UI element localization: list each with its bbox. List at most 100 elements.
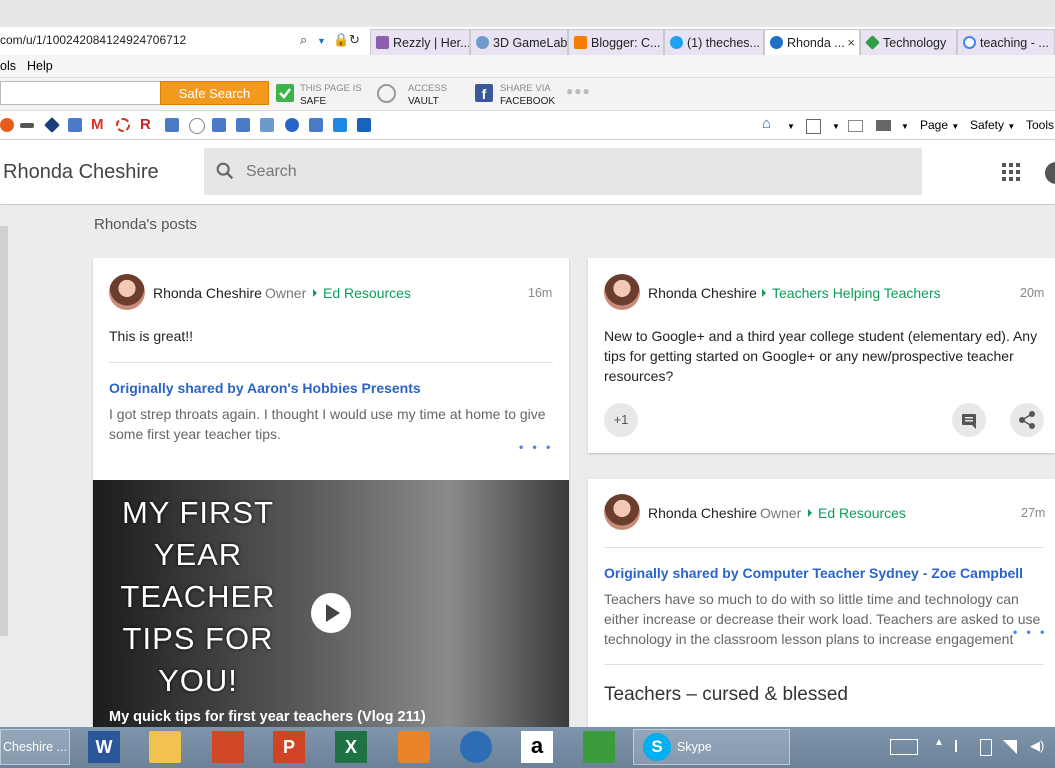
post-author[interactable]: Rhonda Cheshire bbox=[153, 285, 262, 301]
tab-technology[interactable]: Technology bbox=[860, 29, 957, 55]
home-dropdown-icon[interactable]: ▼ bbox=[787, 122, 795, 131]
search-box[interactable] bbox=[204, 148, 922, 195]
post-time[interactable]: 16m bbox=[528, 286, 552, 300]
print-icon[interactable] bbox=[876, 120, 891, 131]
post-author[interactable]: Rhonda Cheshire bbox=[648, 505, 757, 521]
close-tab-icon[interactable]: × bbox=[847, 30, 855, 55]
link-headline[interactable]: Teachers – cursed & blessed bbox=[604, 684, 848, 706]
taskbar-ie-window[interactable]: Cheshire ... bbox=[0, 729, 70, 765]
avatar[interactable] bbox=[109, 274, 145, 310]
fav-icon-4[interactable] bbox=[68, 118, 82, 132]
post-card: Rhonda Cheshire Teachers Helping Teacher… bbox=[588, 258, 1055, 453]
video-thumbnail[interactable]: MY FIRST YEAR TEACHER TIPS FOR YOU! My q… bbox=[93, 480, 569, 727]
keyboard-icon[interactable] bbox=[890, 739, 918, 755]
battery-icon[interactable] bbox=[980, 739, 992, 756]
feeds-icon[interactable] bbox=[806, 119, 821, 134]
show-hidden-icons[interactable]: ▲ bbox=[934, 737, 944, 748]
word-icon[interactable]: W bbox=[88, 731, 120, 763]
fav-icon-2[interactable] bbox=[20, 123, 34, 128]
fav-icon-13[interactable] bbox=[285, 118, 299, 132]
post-text: This is great!! bbox=[109, 328, 194, 344]
avatar[interactable] bbox=[604, 494, 640, 530]
powerpoint-icon[interactable]: P bbox=[273, 731, 305, 763]
more-icon[interactable]: • • • bbox=[519, 440, 553, 454]
tab-blogger[interactable]: Blogger: C... bbox=[568, 29, 664, 55]
safe-search-button[interactable]: Safe Search bbox=[160, 81, 269, 105]
post-community[interactable]: Ed Resources bbox=[808, 505, 906, 521]
comment-icon[interactable] bbox=[952, 403, 986, 437]
file-explorer-icon[interactable] bbox=[149, 731, 181, 763]
video-caption[interactable]: My quick tips for first year teachers (V… bbox=[109, 709, 426, 725]
fav-icon-12[interactable] bbox=[260, 118, 274, 132]
ie-taskbar-icon[interactable] bbox=[460, 731, 492, 763]
flag-icon[interactable] bbox=[955, 740, 969, 752]
more-options-icon[interactable]: ●●● bbox=[566, 85, 591, 98]
search-icon[interactable]: ⌕ bbox=[300, 32, 307, 48]
post-author[interactable]: Rhonda Cheshire bbox=[648, 285, 757, 301]
shared-by-link[interactable]: Originally shared by Aaron's Hobbies Pre… bbox=[109, 380, 421, 396]
dropdown-icon[interactable]: ▼ bbox=[317, 36, 326, 46]
volume-icon[interactable]: ◀) bbox=[1030, 738, 1044, 754]
store-icon[interactable] bbox=[583, 731, 615, 763]
address-bar[interactable]: com/u/1/100242084124924706712 ⌕ ▼ 🔒 ↻ bbox=[0, 27, 368, 56]
tab-twitter[interactable]: (1) theches... bbox=[664, 29, 764, 55]
refresh-icon[interactable]: ↻ bbox=[349, 32, 360, 48]
tab-3dgamelab[interactable]: 3D GameLab bbox=[470, 29, 568, 55]
avatar[interactable] bbox=[604, 274, 640, 310]
access-vault-button[interactable]: ACCESS VAULT bbox=[408, 82, 447, 108]
apps-grid-icon[interactable] bbox=[1002, 163, 1020, 181]
menu-help[interactable]: Help bbox=[27, 59, 53, 73]
gamelab-icon bbox=[476, 36, 489, 49]
signal-icon[interactable] bbox=[1003, 740, 1017, 754]
profile-name[interactable]: Rhonda Cheshire bbox=[3, 161, 159, 184]
address-text[interactable]: com/u/1/100242084124924706712 bbox=[0, 33, 186, 47]
windows-taskbar: Cheshire ... W P X a S Skype ▲ ◀) bbox=[0, 727, 1055, 768]
chevron-down-icon: ▼ bbox=[1007, 122, 1016, 131]
tab-teaching[interactable]: teaching - ... bbox=[957, 29, 1055, 55]
excel-icon[interactable]: X bbox=[335, 731, 367, 763]
fav-icon-15[interactable] bbox=[333, 118, 347, 132]
safety-menu[interactable]: Safety ▼ bbox=[970, 118, 1015, 132]
tools-menu[interactable]: Tools bbox=[1026, 118, 1054, 132]
onenote-icon[interactable] bbox=[212, 731, 244, 763]
feeds-dropdown-icon[interactable]: ▼ bbox=[832, 122, 840, 131]
search-icon[interactable] bbox=[214, 160, 236, 182]
fav-icon-9[interactable] bbox=[189, 118, 205, 134]
taskbar-skype-window[interactable]: S Skype bbox=[633, 729, 790, 765]
fav-icon-8[interactable] bbox=[165, 118, 179, 132]
mail-icon[interactable] bbox=[848, 120, 863, 132]
menu-tools[interactable]: ols bbox=[0, 59, 16, 73]
fav-icon-10[interactable] bbox=[212, 118, 226, 132]
fav-icon-1[interactable] bbox=[0, 118, 14, 132]
home-icon[interactable]: ⌂ bbox=[762, 115, 771, 132]
left-scrollbar[interactable] bbox=[0, 226, 8, 636]
fav-icon-7[interactable]: R bbox=[140, 117, 154, 132]
account-avatar[interactable] bbox=[1045, 162, 1055, 184]
play-icon[interactable] bbox=[311, 593, 351, 633]
post-community[interactable]: Teachers Helping Teachers bbox=[762, 285, 941, 301]
post-time[interactable]: 27m bbox=[1021, 506, 1045, 520]
search-input[interactable] bbox=[244, 158, 848, 186]
page-menu[interactable]: Page ▼ bbox=[920, 118, 959, 132]
share-icon[interactable] bbox=[1010, 403, 1044, 437]
fav-icon-3[interactable] bbox=[44, 117, 60, 133]
app-icon[interactable] bbox=[398, 731, 430, 763]
tab-rezzly[interactable]: Rezzly | Her... bbox=[370, 29, 470, 55]
page-safe-status[interactable]: THIS PAGE IS SAFE bbox=[300, 82, 362, 108]
tab-rhonda[interactable]: Rhonda ... × bbox=[764, 29, 860, 55]
tab-label: Blogger: C... bbox=[591, 36, 661, 50]
more-icon[interactable]: • • • bbox=[1013, 625, 1048, 639]
post-time[interactable]: 20m bbox=[1020, 286, 1044, 300]
print-dropdown-icon[interactable]: ▼ bbox=[901, 122, 909, 131]
shared-by-link[interactable]: Originally shared by Computer Teacher Sy… bbox=[604, 565, 1023, 581]
share-facebook-button[interactable]: SHARE VIA FACEBOOK bbox=[500, 82, 555, 108]
fav-icon-11[interactable] bbox=[236, 118, 250, 132]
fav-icon-6[interactable] bbox=[116, 118, 130, 132]
fav-icon-14[interactable] bbox=[309, 118, 323, 132]
post-community[interactable]: Ed Resources bbox=[313, 285, 411, 301]
amazon-icon[interactable]: a bbox=[521, 731, 553, 763]
plus-one-button[interactable]: +1 bbox=[604, 403, 638, 437]
safe-search-input[interactable] bbox=[0, 81, 161, 105]
gmail-icon[interactable]: M bbox=[91, 117, 105, 132]
fav-icon-16[interactable] bbox=[357, 118, 371, 132]
